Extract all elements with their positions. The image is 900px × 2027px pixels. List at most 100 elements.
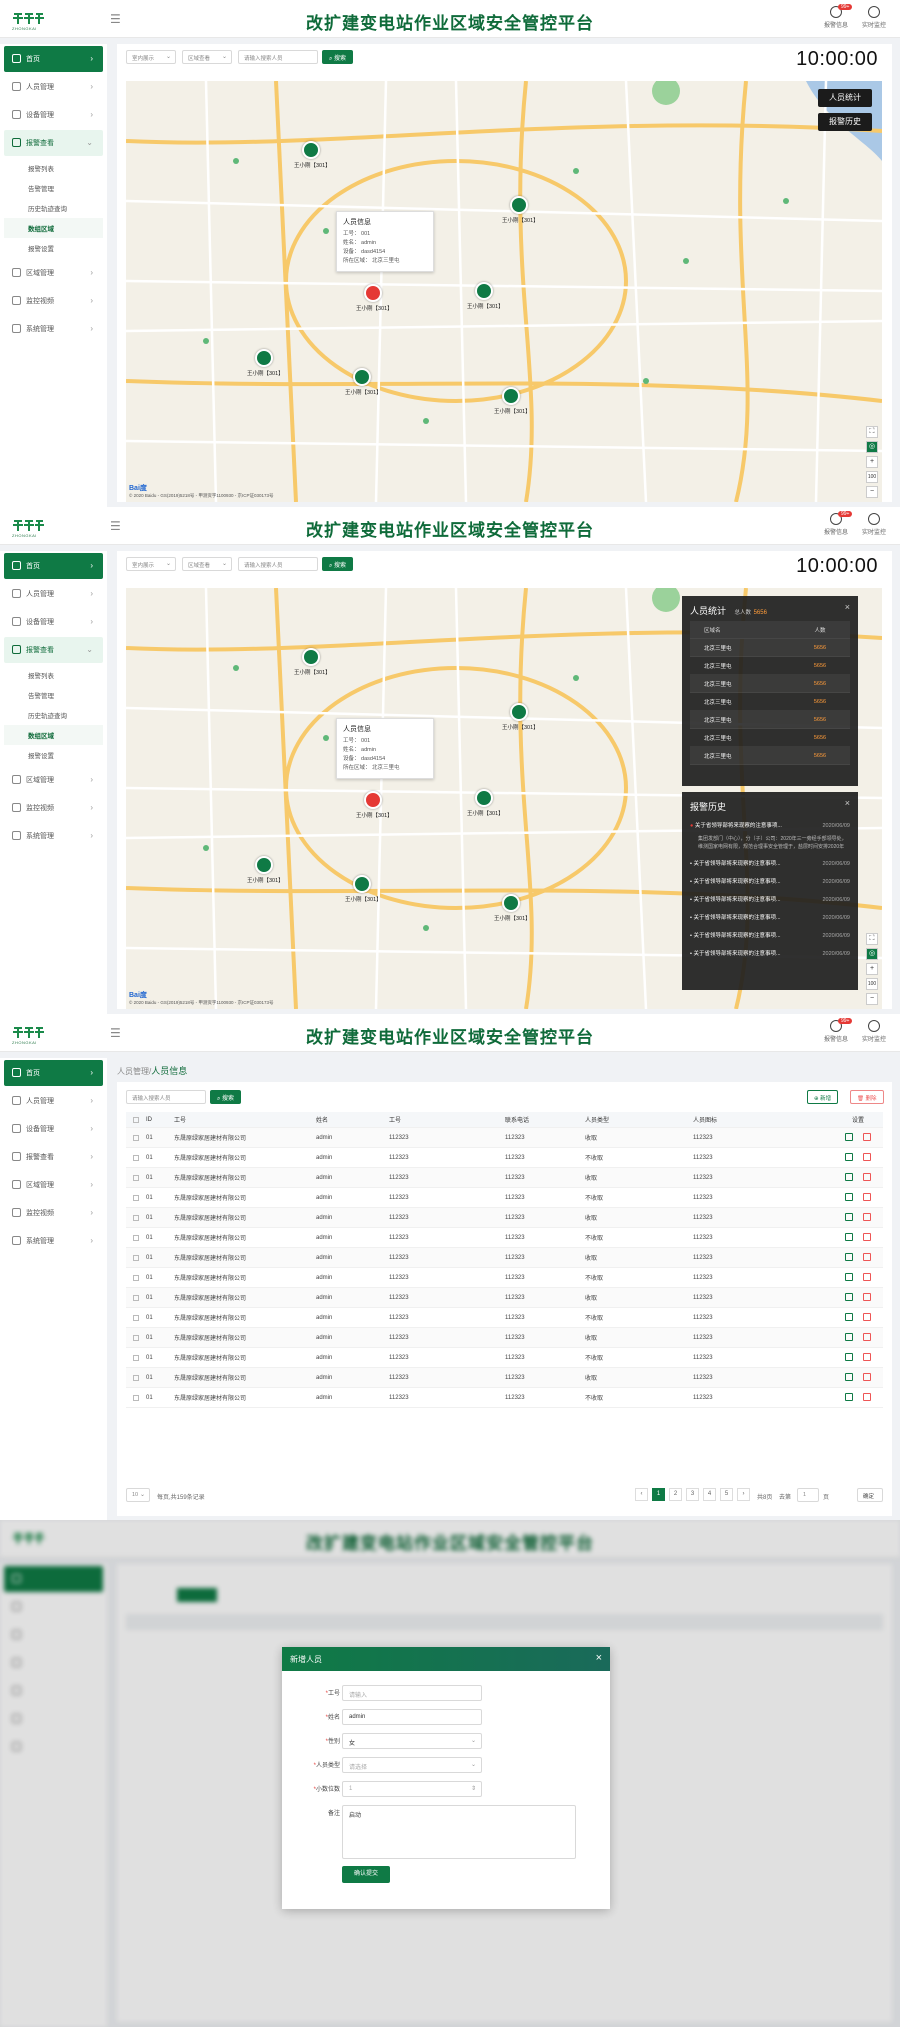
row-checkbox[interactable] bbox=[126, 1154, 146, 1161]
edit-icon[interactable] bbox=[845, 1232, 853, 1241]
edit-icon[interactable] bbox=[845, 1372, 853, 1381]
edit-icon[interactable] bbox=[845, 1352, 853, 1361]
fullscreen-icon[interactable]: ⛶ bbox=[866, 933, 878, 945]
nav-home[interactable]: 首页 › bbox=[4, 553, 103, 579]
submit-button[interactable]: 确认提交 bbox=[342, 1866, 390, 1883]
nav-video[interactable]: 监控视频 › bbox=[4, 1200, 103, 1226]
page-size-select[interactable]: 10 ⌄ bbox=[126, 1488, 150, 1502]
alarm-item[interactable]: • 关于省领导部将来现察的注意事项... 2020/06/09 bbox=[682, 891, 858, 909]
row-checkbox[interactable] bbox=[126, 1354, 146, 1361]
person-marker[interactable] bbox=[510, 196, 528, 214]
nav-system[interactable]: 系统管理 › bbox=[4, 823, 103, 849]
nav-alarm[interactable]: 报警查看 ⌄ bbox=[4, 130, 103, 156]
delete-icon[interactable] bbox=[863, 1152, 871, 1161]
monitor-button[interactable]: 实时监控 bbox=[860, 513, 888, 536]
row-checkbox[interactable] bbox=[126, 1234, 146, 1241]
edit-icon[interactable] bbox=[845, 1132, 853, 1141]
delete-icon[interactable] bbox=[863, 1352, 871, 1361]
alarm-history-button[interactable]: 报警历史 bbox=[818, 113, 872, 131]
edit-icon[interactable] bbox=[845, 1212, 853, 1221]
row-checkbox[interactable] bbox=[126, 1254, 146, 1261]
person-marker-alert[interactable] bbox=[364, 284, 382, 302]
person-type-select[interactable]: 请选择 ⌄ bbox=[342, 1757, 482, 1773]
fullscreen-icon[interactable]: ⛶ bbox=[866, 426, 878, 438]
delete-icon[interactable] bbox=[863, 1132, 871, 1141]
alarm-item[interactable]: • 关于省领导部将来现察的注意事项... 2020/06/09 bbox=[682, 855, 858, 873]
edit-icon[interactable] bbox=[845, 1152, 853, 1161]
alarm-item[interactable]: • 关于省领导部将来现察的注意事项... 2020/06/09 bbox=[682, 909, 858, 927]
delete-icon[interactable] bbox=[863, 1192, 871, 1201]
edit-icon[interactable] bbox=[845, 1292, 853, 1301]
page-button[interactable]: 3 bbox=[686, 1488, 699, 1501]
row-checkbox[interactable] bbox=[126, 1214, 146, 1221]
delete-icon[interactable] bbox=[863, 1232, 871, 1241]
breadcrumb-parent[interactable]: 人员管理/ bbox=[117, 1067, 151, 1076]
delete-icon[interactable] bbox=[863, 1292, 871, 1301]
person-marker[interactable] bbox=[502, 387, 520, 405]
delete-icon[interactable] bbox=[863, 1392, 871, 1401]
person-marker[interactable] bbox=[510, 703, 528, 721]
nav-people[interactable]: 人员管理 › bbox=[4, 74, 103, 100]
delete-icon[interactable] bbox=[863, 1272, 871, 1281]
edit-icon[interactable] bbox=[845, 1192, 853, 1201]
row-checkbox[interactable] bbox=[126, 1134, 146, 1141]
row-checkbox[interactable] bbox=[126, 1334, 146, 1341]
nav-video[interactable]: 监控视频 › bbox=[4, 288, 103, 314]
person-marker[interactable] bbox=[255, 856, 273, 874]
person-marker[interactable] bbox=[502, 894, 520, 912]
edit-icon[interactable] bbox=[845, 1272, 853, 1281]
map-view[interactable]: 王小刚【301】 王小刚【301】 王小刚【301】 王小刚【301】 王小刚【… bbox=[126, 588, 882, 1009]
subnav-alarm-settings[interactable]: 报警设置 bbox=[4, 745, 103, 765]
zoom-out-icon[interactable]: − bbox=[866, 486, 878, 498]
alarm-item[interactable]: • 关于省领导部将来现察的注意事项... 2020/06/09 bbox=[682, 927, 858, 945]
nav-people[interactable]: 人员管理 › bbox=[4, 581, 103, 607]
stepper-icon[interactable]: ⇕ bbox=[471, 1785, 476, 1792]
alarm-info-button[interactable]: 99+ 报警信息 bbox=[822, 4, 853, 29]
map-view[interactable]: 王小刚【301】 王小刚【301】 王小刚【301】 王小刚【301】 王小刚【… bbox=[126, 81, 882, 502]
select-all-checkbox[interactable] bbox=[126, 1116, 146, 1123]
nav-area[interactable]: 区域管理 › bbox=[4, 1172, 103, 1198]
search-input[interactable]: 请输入搜索人员 bbox=[238, 50, 318, 64]
edit-icon[interactable] bbox=[845, 1332, 853, 1341]
person-marker[interactable] bbox=[255, 349, 273, 367]
person-marker-alert[interactable] bbox=[364, 791, 382, 809]
nav-home[interactable]: 首页 › bbox=[4, 1060, 103, 1086]
delete-icon[interactable] bbox=[863, 1212, 871, 1221]
edit-icon[interactable] bbox=[845, 1312, 853, 1321]
area-view-select[interactable]: 区域查看 ⌄ bbox=[182, 50, 232, 64]
employee-id-input[interactable]: 请输入 bbox=[342, 1685, 482, 1701]
nav-alarm[interactable]: 报警查看 › bbox=[4, 1144, 103, 1170]
delete-icon[interactable] bbox=[863, 1372, 871, 1381]
row-checkbox[interactable] bbox=[126, 1194, 146, 1201]
subnav-alarm-manage[interactable]: 告警管理 bbox=[4, 685, 103, 705]
page-button[interactable]: 4 bbox=[703, 1488, 716, 1501]
goto-input[interactable]: 1 bbox=[797, 1488, 819, 1502]
nav-area[interactable]: 区域管理 › bbox=[4, 260, 103, 286]
subnav-history-track[interactable]: 历史轨迹查询 bbox=[4, 198, 103, 218]
page-button[interactable]: 2 bbox=[669, 1488, 682, 1501]
monitor-button[interactable]: 实时监控 bbox=[860, 1020, 888, 1043]
nav-area[interactable]: 区域管理 › bbox=[4, 767, 103, 793]
subnav-array-area[interactable]: 数组区域 bbox=[4, 725, 103, 745]
subnav-history-track[interactable]: 历史轨迹查询 bbox=[4, 705, 103, 725]
nav-device[interactable]: 设备管理 › bbox=[4, 609, 103, 635]
area-view-select[interactable]: 区域查看 ⌄ bbox=[182, 557, 232, 571]
close-icon[interactable]: × bbox=[596, 1652, 602, 1664]
search-input[interactable]: 请输入搜索人员 bbox=[126, 1090, 206, 1104]
delete-icon[interactable] bbox=[863, 1172, 871, 1181]
row-checkbox[interactable] bbox=[126, 1374, 146, 1381]
locate-icon[interactable]: ◎ bbox=[866, 441, 878, 453]
edit-icon[interactable] bbox=[845, 1172, 853, 1181]
nav-device[interactable]: 设备管理 › bbox=[4, 1116, 103, 1142]
delete-icon[interactable] bbox=[863, 1332, 871, 1341]
row-checkbox[interactable] bbox=[126, 1394, 146, 1401]
person-marker[interactable] bbox=[353, 875, 371, 893]
person-marker[interactable] bbox=[475, 789, 493, 807]
search-input[interactable]: 请输入搜索人员 bbox=[238, 557, 318, 571]
person-marker[interactable] bbox=[302, 648, 320, 666]
nav-home[interactable]: 首页 › bbox=[4, 46, 103, 72]
prev-page-button[interactable]: ‹ bbox=[635, 1488, 648, 1501]
person-marker[interactable] bbox=[475, 282, 493, 300]
edit-icon[interactable] bbox=[845, 1252, 853, 1261]
goto-confirm-button[interactable]: 确定 bbox=[857, 1488, 883, 1502]
